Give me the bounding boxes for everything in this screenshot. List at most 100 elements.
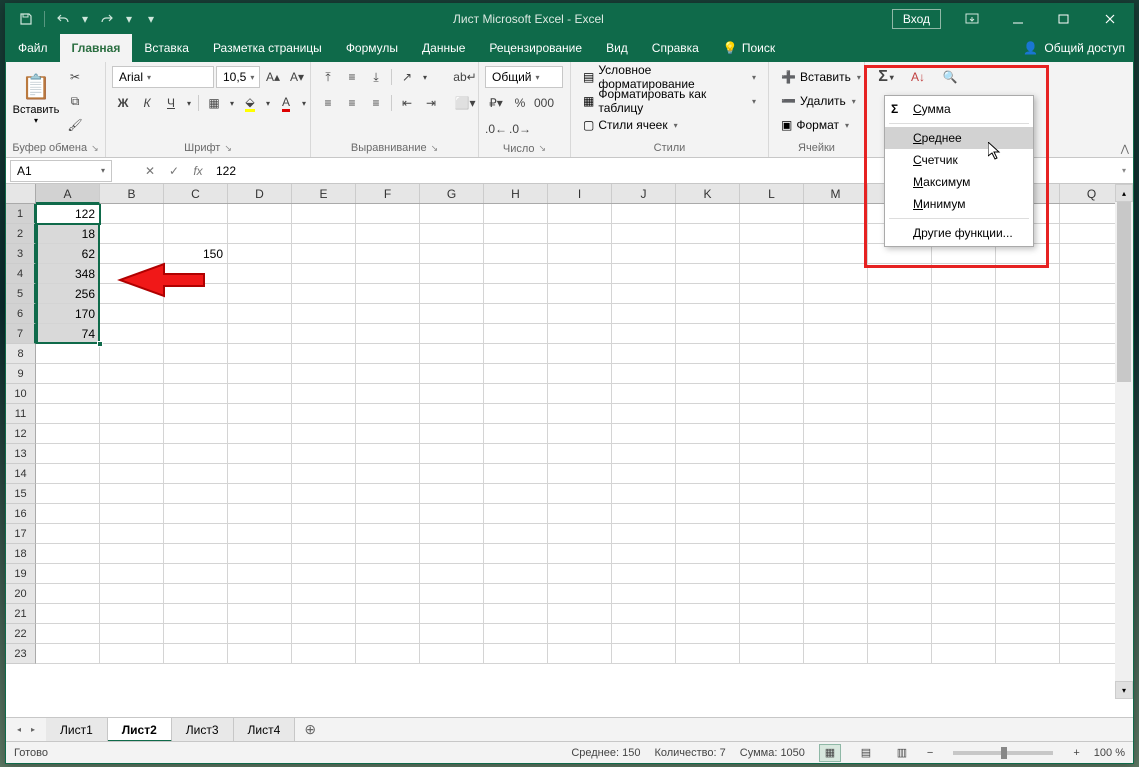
- cell[interactable]: [292, 364, 356, 384]
- cell[interactable]: [548, 524, 612, 544]
- cell[interactable]: [676, 344, 740, 364]
- cell[interactable]: [676, 484, 740, 504]
- cell[interactable]: [164, 424, 228, 444]
- cell[interactable]: [100, 404, 164, 424]
- cell[interactable]: [996, 624, 1060, 644]
- cell[interactable]: [804, 464, 868, 484]
- cell[interactable]: [740, 624, 804, 644]
- cell[interactable]: [996, 404, 1060, 424]
- font-color-icon[interactable]: A: [275, 92, 297, 114]
- cell[interactable]: [164, 584, 228, 604]
- cell[interactable]: [164, 304, 228, 324]
- cell[interactable]: [548, 244, 612, 264]
- cell[interactable]: [356, 424, 420, 444]
- cell[interactable]: [356, 624, 420, 644]
- cell[interactable]: [100, 424, 164, 444]
- cell[interactable]: [420, 284, 484, 304]
- cell[interactable]: [996, 364, 1060, 384]
- ribbon-options-icon[interactable]: [949, 4, 995, 34]
- cell[interactable]: [740, 444, 804, 464]
- cell[interactable]: [228, 304, 292, 324]
- cell[interactable]: [676, 504, 740, 524]
- save-icon[interactable]: [12, 7, 40, 31]
- cell[interactable]: [868, 364, 932, 384]
- cell[interactable]: [420, 564, 484, 584]
- cell[interactable]: [740, 264, 804, 284]
- row-header[interactable]: 3: [6, 244, 36, 264]
- cell[interactable]: [612, 444, 676, 464]
- column-header[interactable]: J: [612, 184, 676, 203]
- cell[interactable]: [100, 464, 164, 484]
- cell[interactable]: 62: [36, 244, 100, 264]
- cell[interactable]: 122: [36, 204, 100, 224]
- menu-item-count[interactable]: Счетчик: [885, 149, 1033, 171]
- menu-item-sum[interactable]: Σ Сумма: [885, 98, 1033, 120]
- cell[interactable]: [292, 584, 356, 604]
- cell[interactable]: [420, 444, 484, 464]
- indent-increase-icon[interactable]: ⇥: [420, 92, 442, 114]
- cell[interactable]: [36, 524, 100, 544]
- cell[interactable]: [100, 224, 164, 244]
- insert-cells-button[interactable]: ➕Вставить▾: [775, 66, 867, 88]
- cell[interactable]: [740, 304, 804, 324]
- cell[interactable]: [740, 364, 804, 384]
- cell[interactable]: [484, 484, 548, 504]
- cell[interactable]: [676, 644, 740, 664]
- cell[interactable]: [36, 584, 100, 604]
- conditional-formatting-button[interactable]: ▤Условное форматирование▾: [577, 66, 762, 88]
- close-icon[interactable]: [1087, 4, 1133, 34]
- column-header[interactable]: B: [100, 184, 164, 203]
- row-header[interactable]: 5: [6, 284, 36, 304]
- share-button[interactable]: 👤Общий доступ: [1015, 34, 1133, 62]
- cell[interactable]: [676, 524, 740, 544]
- cell[interactable]: [484, 204, 548, 224]
- cell[interactable]: [548, 504, 612, 524]
- redo-dropdown-icon[interactable]: ▾: [123, 7, 135, 31]
- cell[interactable]: [292, 264, 356, 284]
- cell[interactable]: [228, 404, 292, 424]
- cell[interactable]: [36, 424, 100, 444]
- cell[interactable]: [484, 524, 548, 544]
- cell[interactable]: [804, 224, 868, 244]
- row-header[interactable]: 11: [6, 404, 36, 424]
- cell[interactable]: [164, 264, 228, 284]
- sheet-tab[interactable]: Лист2: [108, 718, 172, 742]
- name-box[interactable]: A1▾: [10, 160, 112, 182]
- cell[interactable]: [804, 564, 868, 584]
- cell[interactable]: [932, 304, 996, 324]
- cell[interactable]: [740, 324, 804, 344]
- cell[interactable]: [548, 564, 612, 584]
- cell[interactable]: [228, 564, 292, 584]
- cell[interactable]: [356, 284, 420, 304]
- cell[interactable]: [356, 464, 420, 484]
- cell[interactable]: [804, 384, 868, 404]
- cell[interactable]: [420, 624, 484, 644]
- fx-icon[interactable]: fx: [186, 160, 210, 182]
- cell[interactable]: [740, 404, 804, 424]
- cell[interactable]: [36, 384, 100, 404]
- cell[interactable]: [548, 284, 612, 304]
- cell[interactable]: [996, 304, 1060, 324]
- cell[interactable]: [996, 504, 1060, 524]
- cell[interactable]: [548, 644, 612, 664]
- cell[interactable]: [292, 544, 356, 564]
- cell[interactable]: [484, 444, 548, 464]
- cell[interactable]: [932, 524, 996, 544]
- row-header[interactable]: 23: [6, 644, 36, 664]
- cell[interactable]: [612, 504, 676, 524]
- cell[interactable]: [740, 484, 804, 504]
- cell[interactable]: [228, 264, 292, 284]
- cell[interactable]: [356, 544, 420, 564]
- increase-decimal-icon[interactable]: .0←: [485, 118, 507, 140]
- cell[interactable]: [804, 244, 868, 264]
- cell[interactable]: [292, 604, 356, 624]
- cell[interactable]: [36, 464, 100, 484]
- cell[interactable]: [228, 484, 292, 504]
- cell[interactable]: [996, 344, 1060, 364]
- cell[interactable]: [100, 304, 164, 324]
- cell[interactable]: [676, 384, 740, 404]
- align-middle-icon[interactable]: ≡: [341, 66, 363, 88]
- column-header[interactable]: I: [548, 184, 612, 203]
- cell[interactable]: [36, 564, 100, 584]
- cell[interactable]: [164, 624, 228, 644]
